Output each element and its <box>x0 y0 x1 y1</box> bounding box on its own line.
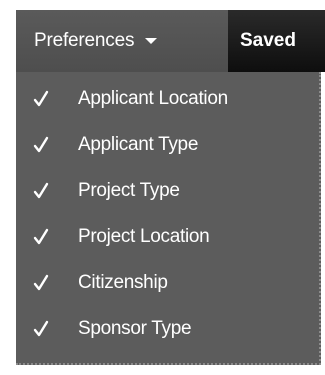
preferences-menu-button[interactable]: Preferences <box>16 10 228 72</box>
menu-item-label: Project Type <box>78 180 180 201</box>
preferences-label: Preferences <box>34 30 135 51</box>
menu-item-project-type[interactable]: Project Type <box>16 168 316 214</box>
checkmark-icon <box>33 320 49 337</box>
preferences-dropdown-menu: Applicant Location Applicant Type Projec… <box>16 72 321 365</box>
checkmark-icon <box>33 90 49 107</box>
saved-tab[interactable]: Saved <box>228 10 325 72</box>
menu-item-label: Sponsor Type <box>78 318 192 339</box>
menu-item-applicant-type[interactable]: Applicant Type <box>16 122 316 168</box>
menu-item-label: Project Location <box>78 226 210 247</box>
menu-item-applicant-location[interactable]: Applicant Location <box>16 76 316 122</box>
preferences-dropdown-screen: Preferences Saved Applicant Location App… <box>0 0 325 375</box>
caret-down-icon <box>145 38 158 44</box>
menu-item-project-location[interactable]: Project Location <box>16 214 316 260</box>
menu-item-label: Applicant Type <box>78 134 199 155</box>
menu-item-sponsor-type[interactable]: Sponsor Type <box>16 306 316 352</box>
menu-item-citizenship[interactable]: Citizenship <box>16 260 316 306</box>
checkmark-icon <box>33 136 49 153</box>
menu-item-label: Applicant Location <box>78 88 228 109</box>
menu-item-label: Citizenship <box>78 272 168 293</box>
checkmark-icon <box>33 274 49 291</box>
saved-label: Saved <box>240 30 296 51</box>
checkmark-icon <box>33 182 49 199</box>
checkmark-icon <box>33 228 49 245</box>
